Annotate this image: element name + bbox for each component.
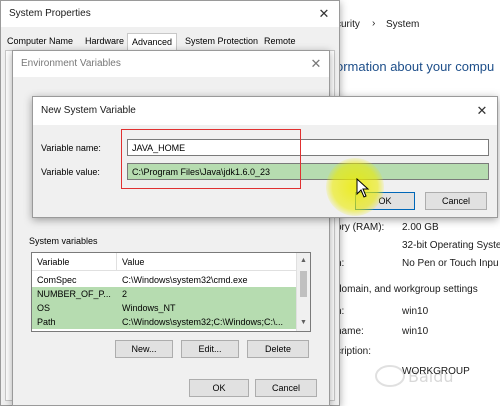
cancel-button[interactable]: Cancel	[425, 192, 487, 210]
tab-strip: Computer Name Hardware Advanced System P…	[5, 33, 335, 52]
pen-value: No Pen or Touch Inpu	[402, 258, 499, 269]
table-header: Variable Value	[32, 253, 297, 271]
table-row[interactable]: NUMBER_OF_P... 2	[32, 287, 297, 301]
row-variable: ComSpec	[37, 275, 77, 285]
variable-value-label: Variable value:	[41, 167, 100, 177]
close-icon[interactable]: ✕	[305, 55, 327, 73]
column-header-value[interactable]: Value	[122, 257, 144, 267]
system-properties-titlebar[interactable]: System Properties ✕	[1, 1, 339, 27]
highlight-annotation-box	[121, 129, 301, 189]
table-row[interactable]: ComSpec C:\Windows\system32\cmd.exe	[32, 273, 297, 287]
system-properties-title: System Properties	[9, 8, 91, 19]
table-scrollbar[interactable]: ▲ ▼	[296, 253, 310, 331]
column-divider	[116, 253, 117, 271]
scrollbar-thumb[interactable]	[300, 271, 307, 297]
ram-value: 2.00 GB	[402, 222, 439, 233]
row-value: 2	[122, 289, 128, 299]
domain-section-title: domain, and workgroup settings	[336, 284, 478, 295]
row-value: C:\Windows\system32;C:\Windows;C:\...	[122, 317, 284, 327]
new-variable-button[interactable]: New...	[115, 340, 173, 358]
new-system-variable-dialog: New System Variable ✕ Variable name: Var…	[32, 96, 498, 218]
tab-system-protection[interactable]: System Protection	[185, 36, 258, 46]
full-name-label: name:	[336, 326, 364, 337]
row-variable: OS	[37, 303, 51, 313]
environment-variables-titlebar[interactable]: Environment Variables ✕	[13, 51, 329, 77]
row-value: Windows_NT	[122, 303, 176, 313]
scroll-up-icon[interactable]: ▲	[300, 257, 307, 264]
row-variable: NUMBER_OF_P...	[37, 289, 111, 299]
new-system-variable-title: New System Variable	[41, 105, 136, 116]
environment-variables-title: Environment Variables	[21, 58, 121, 69]
table-row[interactable]: Path C:\Windows\system32;C:\Windows;C:\.…	[32, 315, 297, 329]
row-value: C:\Windows\system32\cmd.exe	[122, 275, 248, 285]
system-variables-label: System variables	[29, 236, 98, 246]
cancel-button[interactable]: Cancel	[255, 379, 317, 397]
close-icon[interactable]: ✕	[471, 102, 493, 120]
tab-hardware[interactable]: Hardware	[85, 36, 124, 46]
variable-name-label: Variable name:	[41, 143, 101, 153]
breadcrumb-current[interactable]: System	[386, 19, 419, 30]
full-name-value: win10	[402, 326, 429, 337]
system-variables-table: Variable Value ComSpec C:\Windows\system…	[31, 252, 311, 332]
row-variable: Path	[37, 317, 56, 327]
close-icon[interactable]: ✕	[313, 5, 335, 23]
ram-label: ory (RAM):	[336, 222, 385, 233]
new-system-variable-titlebar[interactable]: New System Variable ✕	[33, 97, 497, 125]
cursor-highlight-glow	[326, 158, 384, 216]
page-heading: ormation about your compu	[336, 59, 495, 74]
computer-name-value: win10	[402, 306, 429, 317]
tab-computer-name[interactable]: Computer Name	[7, 36, 73, 46]
delete-variable-button[interactable]: Delete	[247, 340, 309, 358]
scroll-down-icon[interactable]: ▼	[300, 319, 307, 326]
breadcrumb-separator: ›	[372, 18, 376, 29]
ok-button[interactable]: OK	[189, 379, 249, 397]
edit-variable-button[interactable]: Edit...	[181, 340, 239, 358]
table-row[interactable]: OS Windows_NT	[32, 301, 297, 315]
tab-remote[interactable]: Remote	[264, 36, 296, 46]
svg-text:Baidu: Baidu	[408, 367, 454, 386]
column-header-variable[interactable]: Variable	[37, 257, 69, 267]
system-type-value: 32-bit Operating Syste	[402, 240, 500, 251]
mouse-pointer-icon	[356, 177, 370, 198]
description-label: cription:	[336, 346, 372, 357]
watermark-logo: Baidu	[370, 360, 490, 390]
